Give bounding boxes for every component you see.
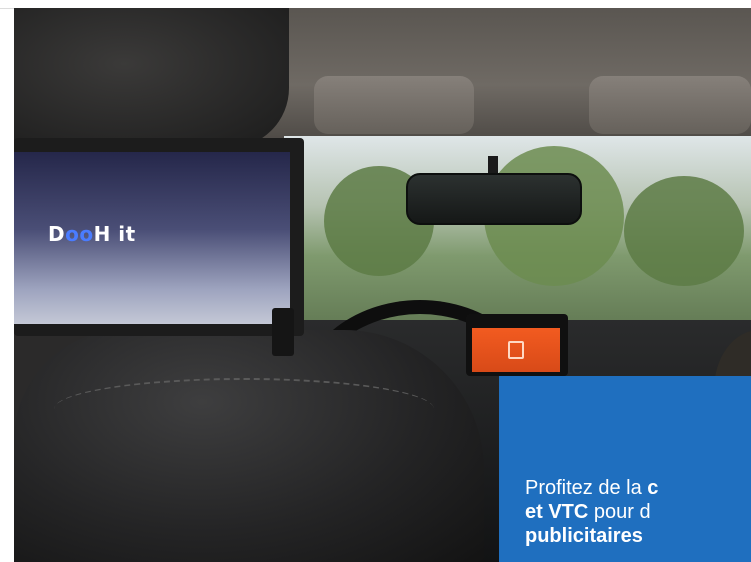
seat-back-left	[14, 330, 484, 562]
windshield	[284, 136, 751, 336]
caption-line1-bold: c	[647, 477, 659, 499]
caption-line1-plain: Profitez de la	[525, 477, 648, 499]
brand-logo-mark: oo	[65, 222, 94, 246]
rear-view-mirror	[406, 173, 582, 225]
caption-line2-bold: et VTC	[525, 501, 589, 523]
taxi-app-icon	[508, 341, 524, 359]
brand-logo-letter: D	[48, 222, 66, 246]
sun-visor-left	[314, 76, 474, 134]
caption-text: Profitez de la c et VTC pour d publicitair…	[525, 476, 751, 548]
seat-stitching	[54, 378, 434, 440]
image-frame: DooH it Profitez de la c et VTC pour d pub…	[0, 0, 751, 562]
caption-line3-bold: publicitaires	[525, 525, 643, 547]
brand-logo-suffix: H it	[93, 222, 136, 246]
seat-headrest-left	[14, 8, 289, 148]
sun-visor-right	[589, 76, 751, 134]
caption-line2-plain: pour d	[588, 501, 651, 523]
tree	[624, 176, 744, 286]
tablet-mount	[272, 308, 294, 356]
brand-logo: DooH it	[48, 222, 136, 246]
